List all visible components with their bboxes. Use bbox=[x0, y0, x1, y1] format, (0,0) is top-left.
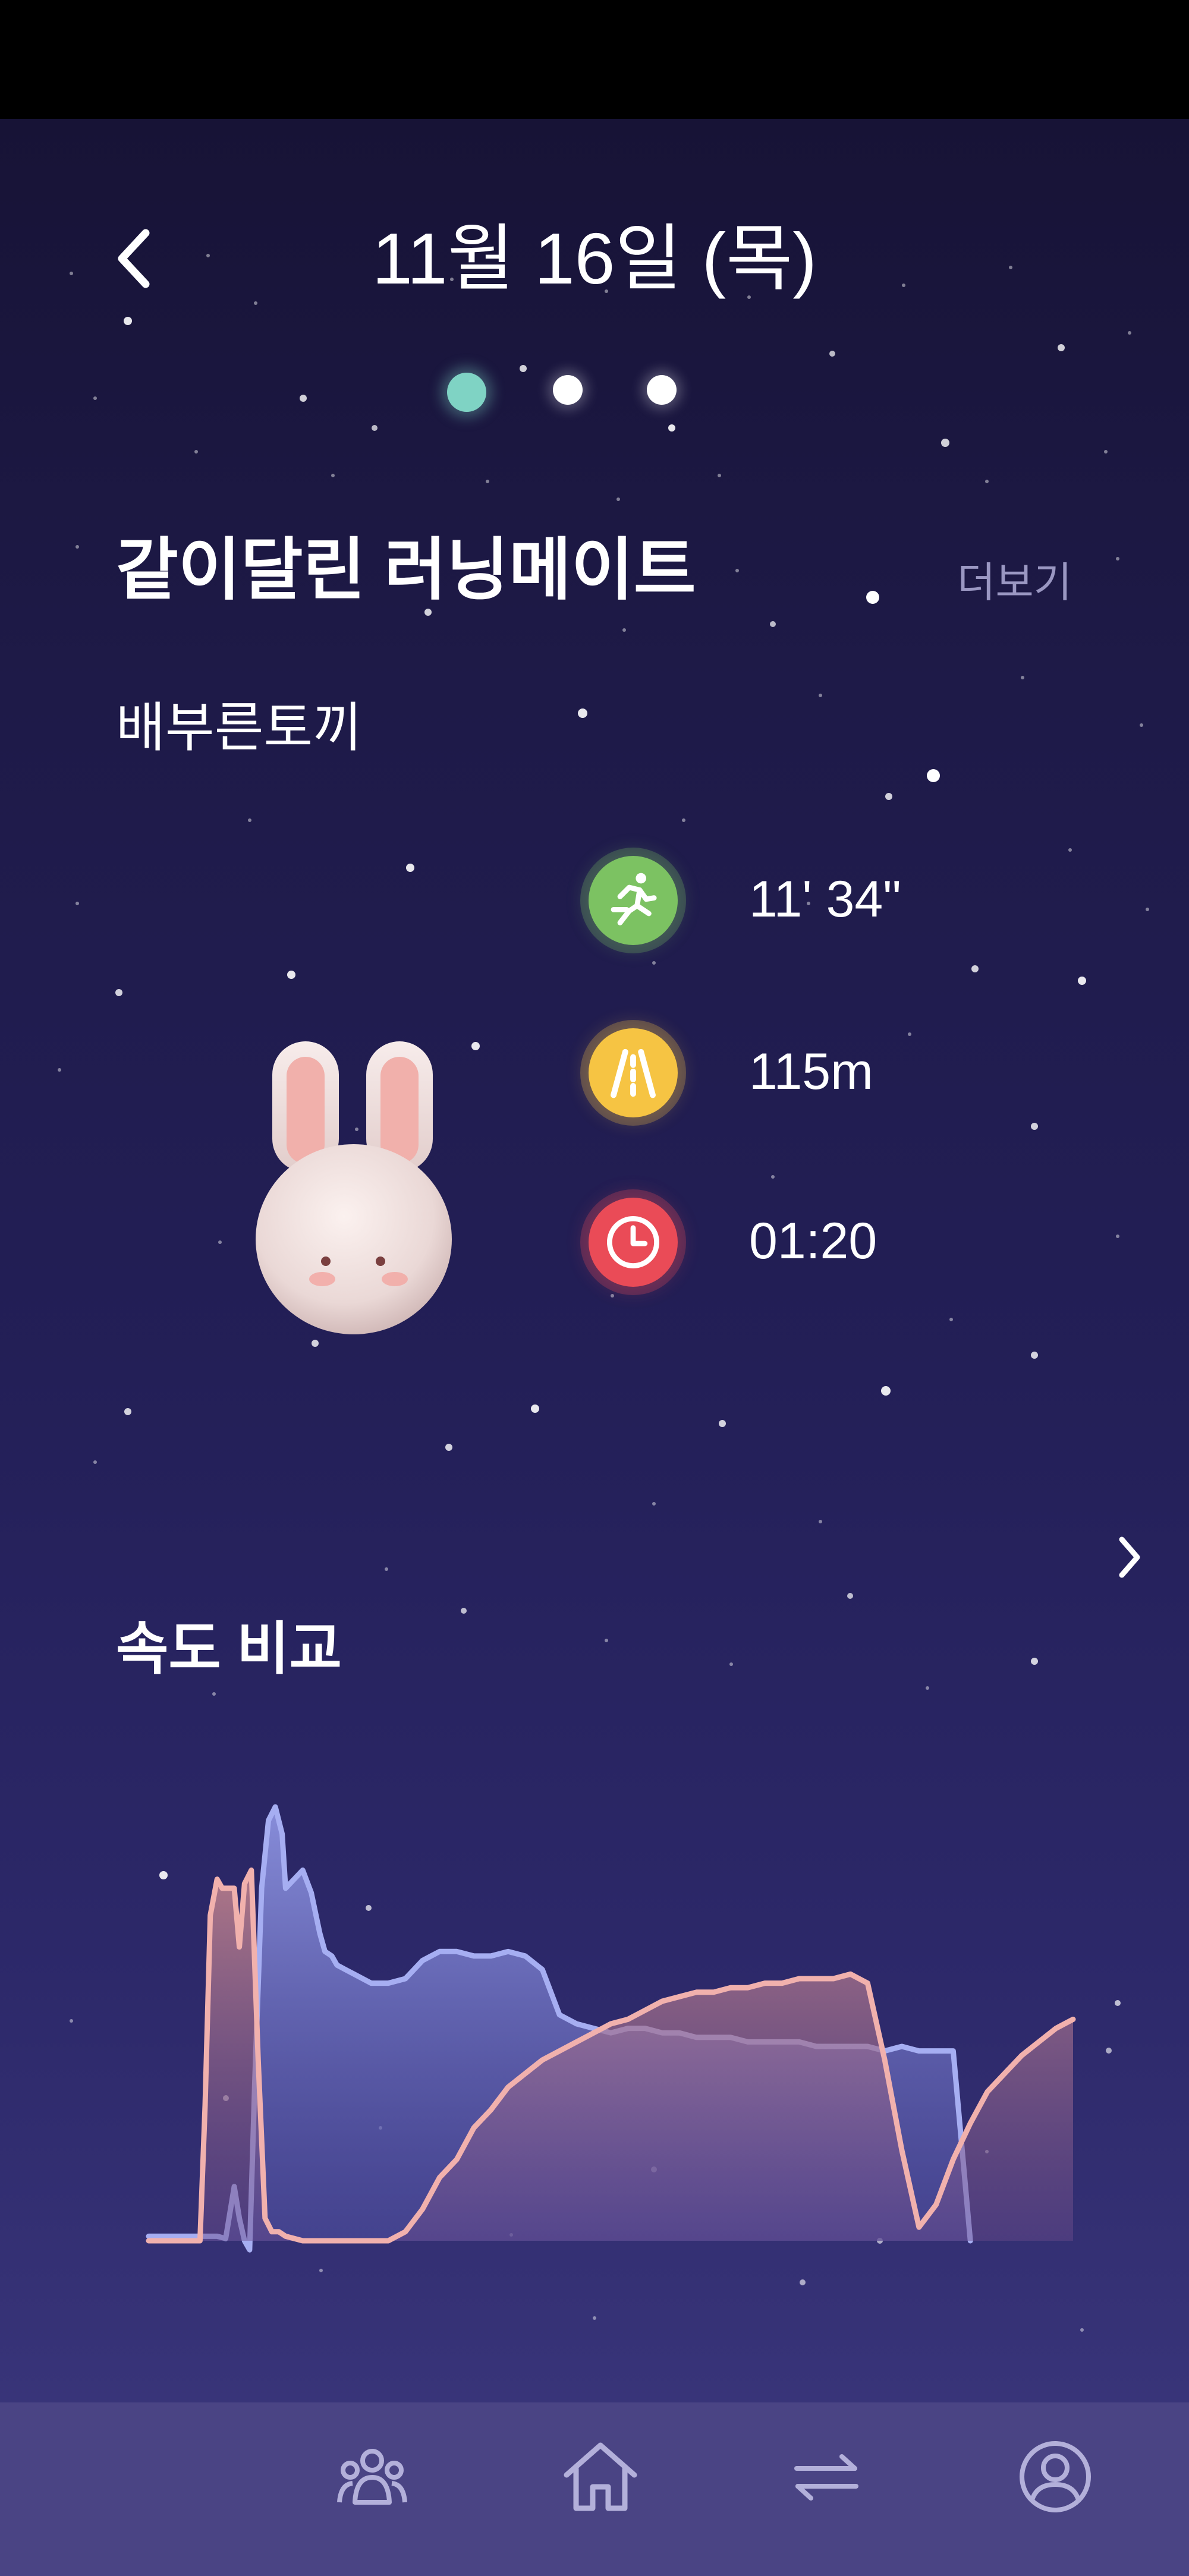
nav-home-button[interactable] bbox=[541, 2417, 660, 2536]
distance-icon-badge bbox=[589, 1028, 678, 1117]
group-icon bbox=[337, 2449, 407, 2505]
runningmate-section-title: 같이달린 러닝메이트 bbox=[116, 533, 696, 608]
home-icon bbox=[564, 2442, 637, 2511]
chevron-right-icon bbox=[1119, 1536, 1140, 1578]
bottom-navigation bbox=[0, 2402, 1189, 2576]
status-bar bbox=[0, 0, 1189, 119]
pace-value: 11' 34" bbox=[749, 871, 901, 928]
distance-value: 115m bbox=[749, 1043, 873, 1100]
page-indicator-dot[interactable] bbox=[647, 375, 677, 405]
running-person-icon bbox=[611, 873, 657, 925]
time-icon-badge bbox=[589, 1198, 678, 1287]
rabbit-avatar bbox=[256, 1041, 452, 1334]
next-button[interactable] bbox=[1106, 1522, 1153, 1593]
more-link[interactable]: 더보기 bbox=[957, 550, 1072, 615]
runningmate-name: 배부른토끼 bbox=[116, 698, 362, 758]
nav-crew-button[interactable] bbox=[313, 2417, 432, 2536]
page-title: 11월 16일 (목) bbox=[372, 218, 817, 299]
speed-comparison-chart bbox=[146, 1804, 1076, 2253]
back-button[interactable] bbox=[107, 223, 161, 294]
clock-icon bbox=[607, 1216, 659, 1268]
nav-exchange-button[interactable] bbox=[767, 2417, 886, 2536]
road-icon bbox=[611, 1048, 656, 1098]
nav-profile-button[interactable] bbox=[996, 2417, 1115, 2536]
pace-icon-badge bbox=[589, 856, 678, 945]
running-detail-screen: 11월 16일 (목) 같이달린 러닝메이트 더보기 배부른토끼 11' 34"… bbox=[0, 119, 1189, 2402]
user-icon bbox=[1020, 2441, 1091, 2512]
chevron-left-icon bbox=[118, 229, 150, 288]
time-value: 01:20 bbox=[749, 1213, 877, 1270]
page-indicator-dot[interactable] bbox=[553, 375, 583, 405]
page-indicator-dot-active[interactable] bbox=[447, 373, 486, 412]
swap-icon bbox=[794, 2454, 858, 2501]
